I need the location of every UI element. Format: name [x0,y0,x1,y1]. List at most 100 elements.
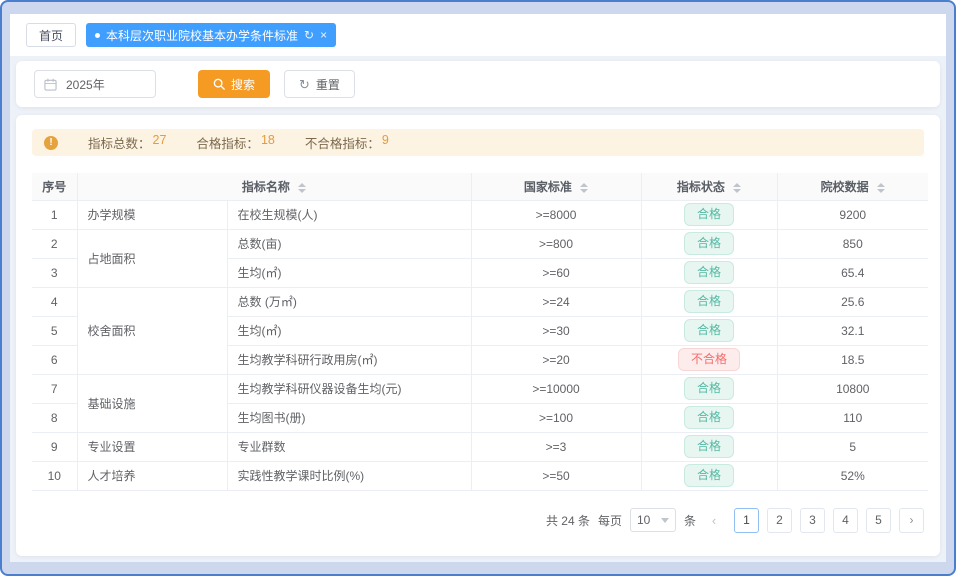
next-page-button[interactable]: › [899,508,924,533]
page-button-1[interactable]: 1 [734,508,759,533]
national-standard-cell: >=50 [471,461,641,490]
status-cell: 合格 [641,200,777,229]
page-button-4[interactable]: 4 [833,508,858,533]
reset-button[interactable]: ↻ 重置 [284,70,355,98]
year-input[interactable] [64,76,144,92]
national-standard-cell: >=800 [471,229,641,258]
indicator-name-cell: 总数 (万㎡) [227,287,471,316]
status-badge: 合格 [684,406,734,428]
indicator-name-cell: 在校生规模(人) [227,200,471,229]
row-index-cell: 10 [32,461,77,490]
row-index-cell: 1 [32,200,77,229]
college-data-cell: 110 [777,403,928,432]
header-index: 序号 [32,173,77,200]
college-data-cell: 52% [777,461,928,490]
pass-indicators: 合格指标： 18 [196,133,274,152]
row-index-cell: 2 [32,229,77,258]
tab-active-label: 本科层次职业院校基本办学条件标准 [106,27,298,44]
category-cell: 校舍面积 [77,287,227,374]
national-standard-cell: >=60 [471,258,641,287]
table-row: 1办学规模在校生规模(人)>=8000合格9200 [32,200,928,229]
category-cell: 专业设置 [77,432,227,461]
page-size-select[interactable]: 10 [630,508,676,532]
page-button-5[interactable]: 5 [866,508,891,533]
header-indicator-name[interactable]: 指标名称 [77,173,471,200]
header-indicator-status-label: 指标状态 [677,180,725,194]
search-panel: 搜索 ↻ 重置 [16,61,940,107]
row-index-cell: 4 [32,287,77,316]
status-badge: 合格 [684,435,734,457]
row-index-cell: 7 [32,374,77,403]
content-area: 首页 本科层次职业院校基本办学条件标准 ↻ × [10,14,946,562]
college-data-cell: 9200 [777,200,928,229]
page-button-2[interactable]: 2 [767,508,792,533]
row-index-cell: 5 [32,316,77,345]
pass-label: 合格指标： [196,133,259,152]
sort-carets-icon [733,183,741,193]
tab-active[interactable]: 本科层次职业院校基本办学条件标准 ↻ × [86,23,336,47]
indicator-name-cell: 专业群数 [227,432,471,461]
header-national-standard-label: 国家标准 [524,180,572,194]
college-data-cell: 65.4 [777,258,928,287]
status-cell: 合格 [641,374,777,403]
national-standard-cell: >=10000 [471,374,641,403]
sort-carets-icon [298,183,306,193]
tab-refresh-icon[interactable]: ↻ [304,29,314,41]
status-cell: 合格 [641,258,777,287]
tab-close-icon[interactable]: × [320,29,327,41]
status-badge: 合格 [684,377,734,399]
status-badge: 合格 [684,232,734,254]
college-data-cell: 32.1 [777,316,928,345]
table-body: 1办学规模在校生规模(人)>=8000合格92002占地面积总数(亩)>=800… [32,200,928,490]
college-data-cell: 850 [777,229,928,258]
table-header-row: 序号 指标名称 国家标准 指标状态 [32,173,928,200]
per-page-suffix: 条 [684,512,696,529]
main-panel: ! 指标总数： 27 合格指标： 18 不合格指标： 9 [16,115,940,556]
table-row: 2占地面积总数(亩)>=800合格850 [32,229,928,258]
category-cell: 办学规模 [77,200,227,229]
status-cell: 合格 [641,461,777,490]
total-value: 27 [153,133,167,152]
fail-indicators: 不合格指标： 9 [305,133,389,152]
app-window: 首页 本科层次职业院校基本办学条件标准 ↻ × [0,0,956,576]
college-data-cell: 10800 [777,374,928,403]
indicators-table: 序号 指标名称 国家标准 指标状态 [32,173,928,491]
header-national-standard[interactable]: 国家标准 [471,173,641,200]
year-picker[interactable] [34,70,156,98]
fail-value: 9 [382,133,389,152]
national-standard-cell: >=100 [471,403,641,432]
pass-value: 18 [261,133,275,152]
status-badge: 合格 [684,464,734,486]
status-cell: 合格 [641,287,777,316]
table-row: 4校舍面积总数 (万㎡)>=24合格25.6 [32,287,928,316]
pagination: 共 24 条 每页 10 条 ‹ 12345 › [32,508,924,533]
header-college-data[interactable]: 院校数据 [777,173,928,200]
college-data-cell: 25.6 [777,287,928,316]
total-label: 指标总数： [88,133,151,152]
indicator-name-cell: 实践性教学课时比例(%) [227,461,471,490]
summary-alert: ! 指标总数： 27 合格指标： 18 不合格指标： 9 [32,129,924,156]
sort-carets-icon [877,183,885,193]
college-data-cell: 18.5 [777,345,928,374]
active-dot-icon [95,33,100,38]
status-cell: 合格 [641,432,777,461]
status-cell: 不合格 [641,345,777,374]
indicator-name-cell: 生均教学科研行政用房(㎡) [227,345,471,374]
row-index-cell: 8 [32,403,77,432]
search-button[interactable]: 搜索 [198,70,270,98]
status-badge: 不合格 [678,348,740,370]
row-index-cell: 3 [32,258,77,287]
page-size-value: 10 [637,513,650,527]
prev-page-button[interactable]: ‹ [704,512,724,529]
table-row: 7基础设施生均教学科研仪器设备生均(元)>=10000合格10800 [32,374,928,403]
category-cell: 占地面积 [77,229,227,287]
category-cell: 人才培养 [77,461,227,490]
indicator-name-cell: 生均(㎡) [227,258,471,287]
total-indicators: 指标总数： 27 [88,133,166,152]
status-badge: 合格 [684,203,734,225]
header-indicator-status[interactable]: 指标状态 [641,173,777,200]
tab-home[interactable]: 首页 [26,23,76,47]
row-index-cell: 9 [32,432,77,461]
page-button-3[interactable]: 3 [800,508,825,533]
national-standard-cell: >=3 [471,432,641,461]
